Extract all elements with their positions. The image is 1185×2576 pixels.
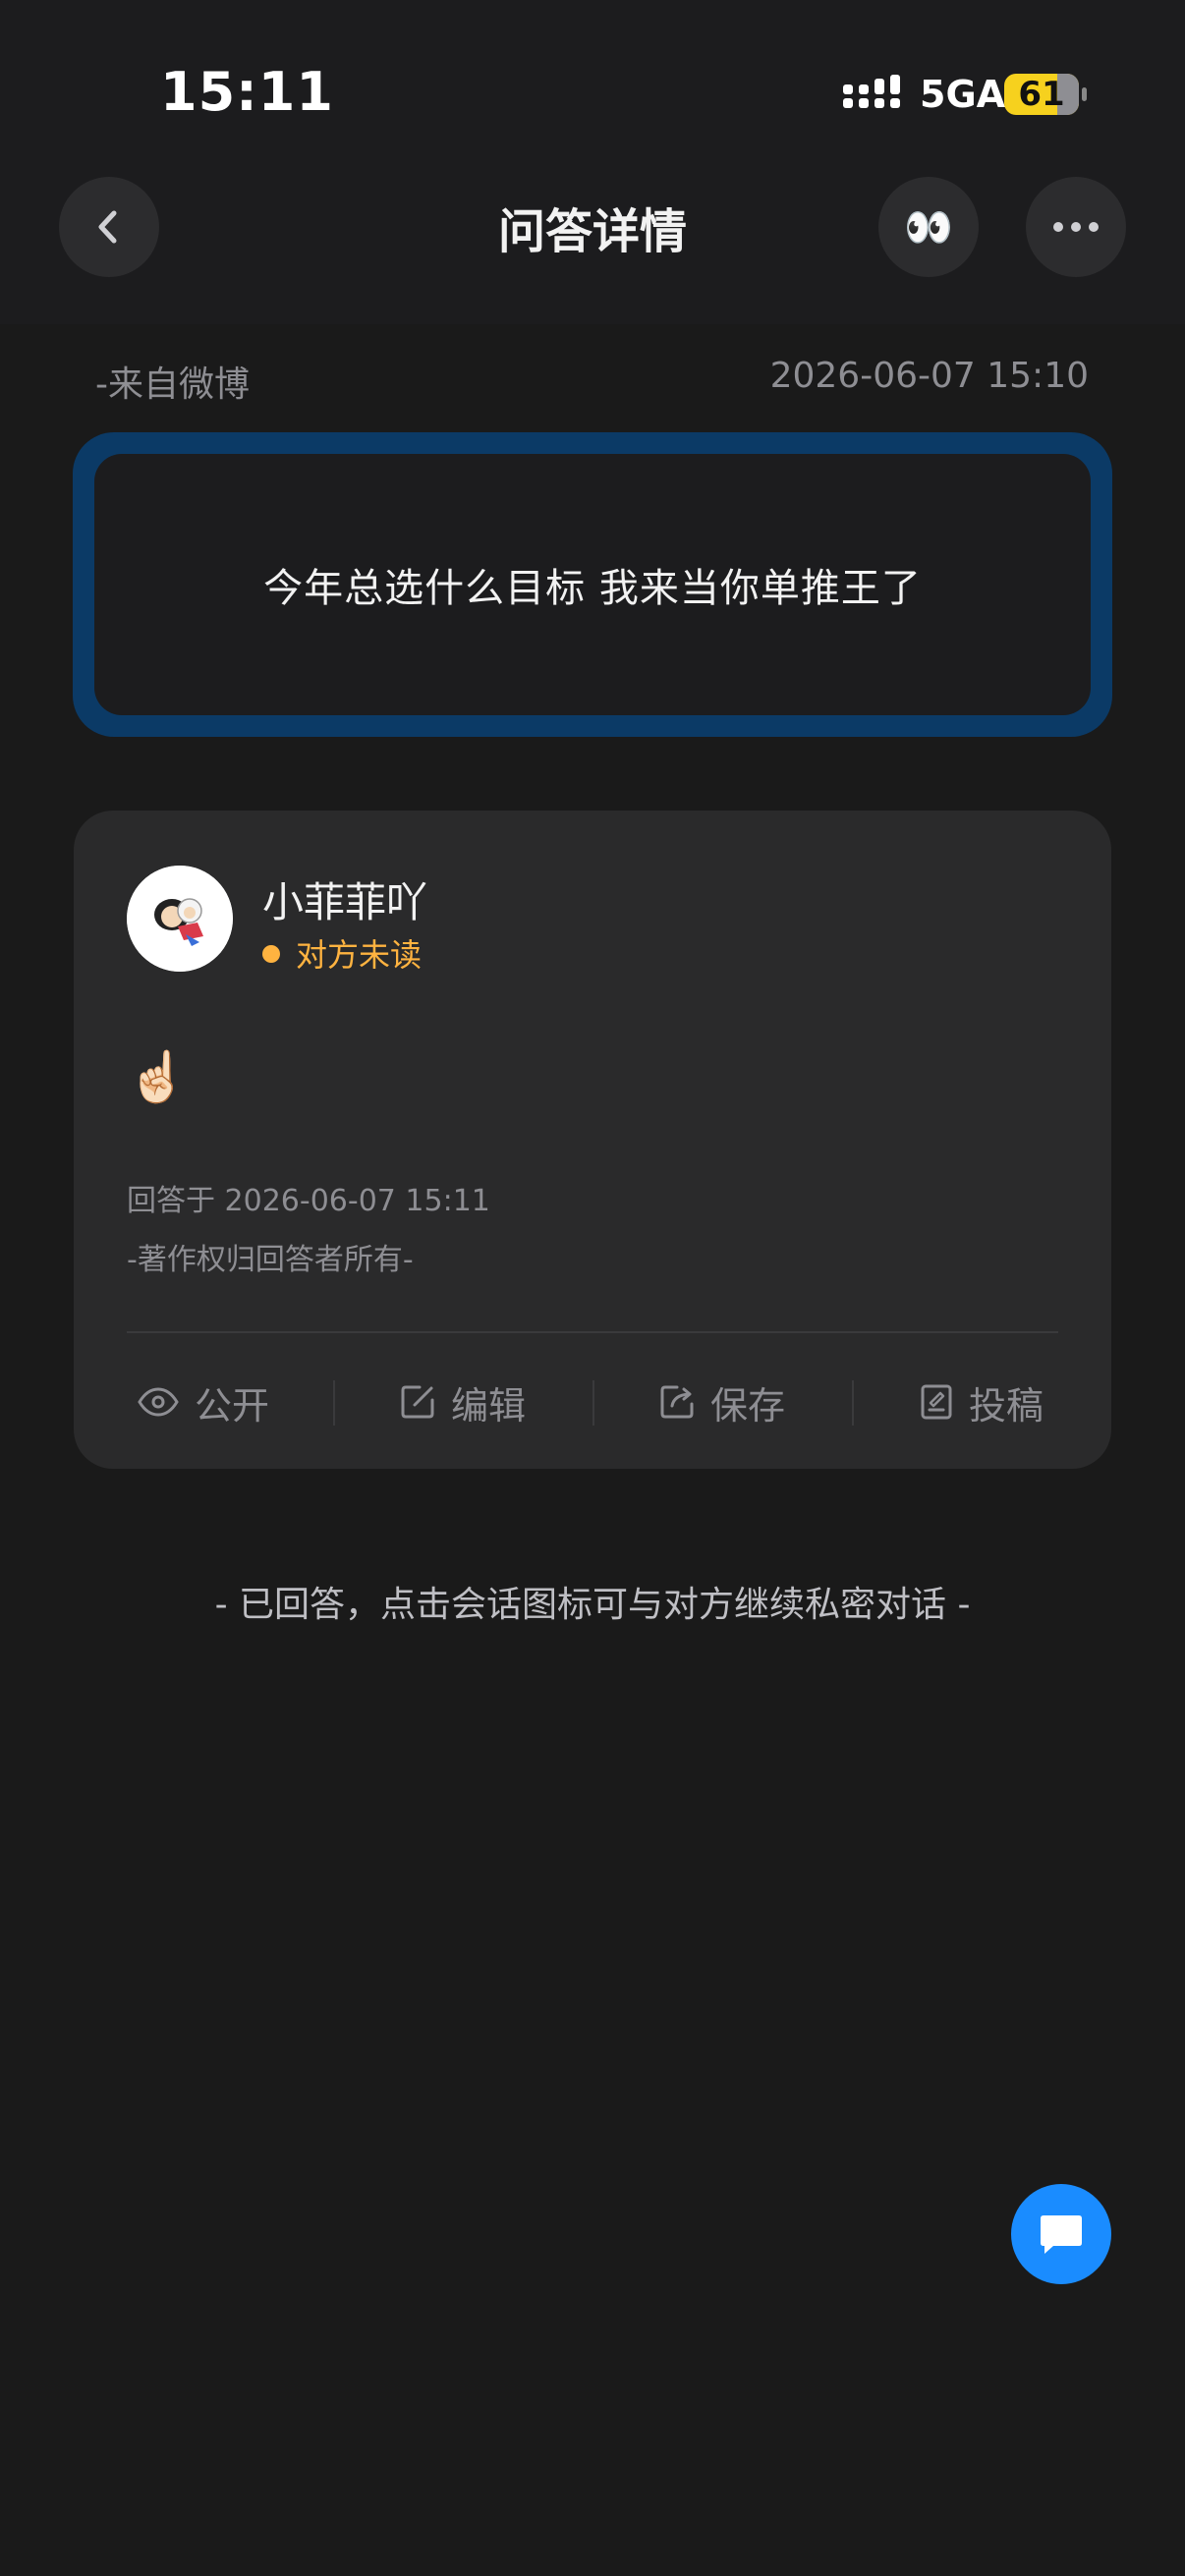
answer-card: 小菲菲吖 对方未读 ☝🏻 回答于 2026-06-07 15:11 -著作权归回… [74,811,1111,1469]
read-status-label: 对方未读 [296,936,423,974]
avatar[interactable] [127,866,233,972]
chat-bubble-icon [1041,2215,1082,2254]
answer-actions: 公开 编辑 保存 投稿 [74,1363,1111,1441]
status-time: 15:11 [160,61,334,123]
eyes-button[interactable]: 👀 [878,177,979,277]
unread-dot-icon [262,945,280,963]
signal-icon [843,75,900,108]
eyes-icon: 👀 [904,204,953,251]
ellipsis-icon [1053,222,1099,232]
question-source: -来自微博 [95,364,250,405]
document-icon [921,1384,952,1420]
edit-button[interactable]: 编辑 [333,1363,592,1441]
public-button[interactable]: 公开 [74,1363,333,1441]
submit-label: 投稿 [968,1383,1044,1428]
footer-note: - 已回答，点击会话图标可与对方继续私密对话 - [214,1585,971,1625]
chat-button[interactable] [1011,2184,1111,2284]
read-status: 对方未读 [262,930,422,976]
public-label: 公开 [194,1383,269,1428]
network-type: 5GA [920,73,1006,116]
question-time: 2026-06-07 15:10 [769,356,1089,396]
question-text: 今年总选什么目标 我来当你单推王了 [263,566,922,611]
edit-icon [401,1385,434,1419]
save-button[interactable]: 保存 [592,1363,852,1441]
page-title: 问答详情 [497,204,687,259]
copyright-note: -著作权归回答者所有- [127,1243,414,1277]
divider [127,1331,1058,1333]
answered-at: 回答于 2026-06-07 15:11 [127,1184,490,1218]
battery-level: 61 [1018,75,1065,114]
question-inner: 今年总选什么目标 我来当你单推王了 [94,454,1091,715]
edit-label: 编辑 [450,1383,526,1428]
save-label: 保存 [709,1383,785,1428]
question-card: 今年总选什么目标 我来当你单推王了 [73,432,1112,737]
eye-icon [138,1387,179,1417]
answerer-name: 小菲菲吖 [262,878,428,926]
answer-content: ☝🏻 [127,1048,189,1105]
status-bar: 15:11 5GA 61 [0,0,1185,187]
share-icon [660,1385,694,1419]
battery-icon: 61 [1004,74,1087,115]
more-button[interactable] [1026,177,1126,277]
submit-button[interactable]: 投稿 [852,1363,1111,1441]
